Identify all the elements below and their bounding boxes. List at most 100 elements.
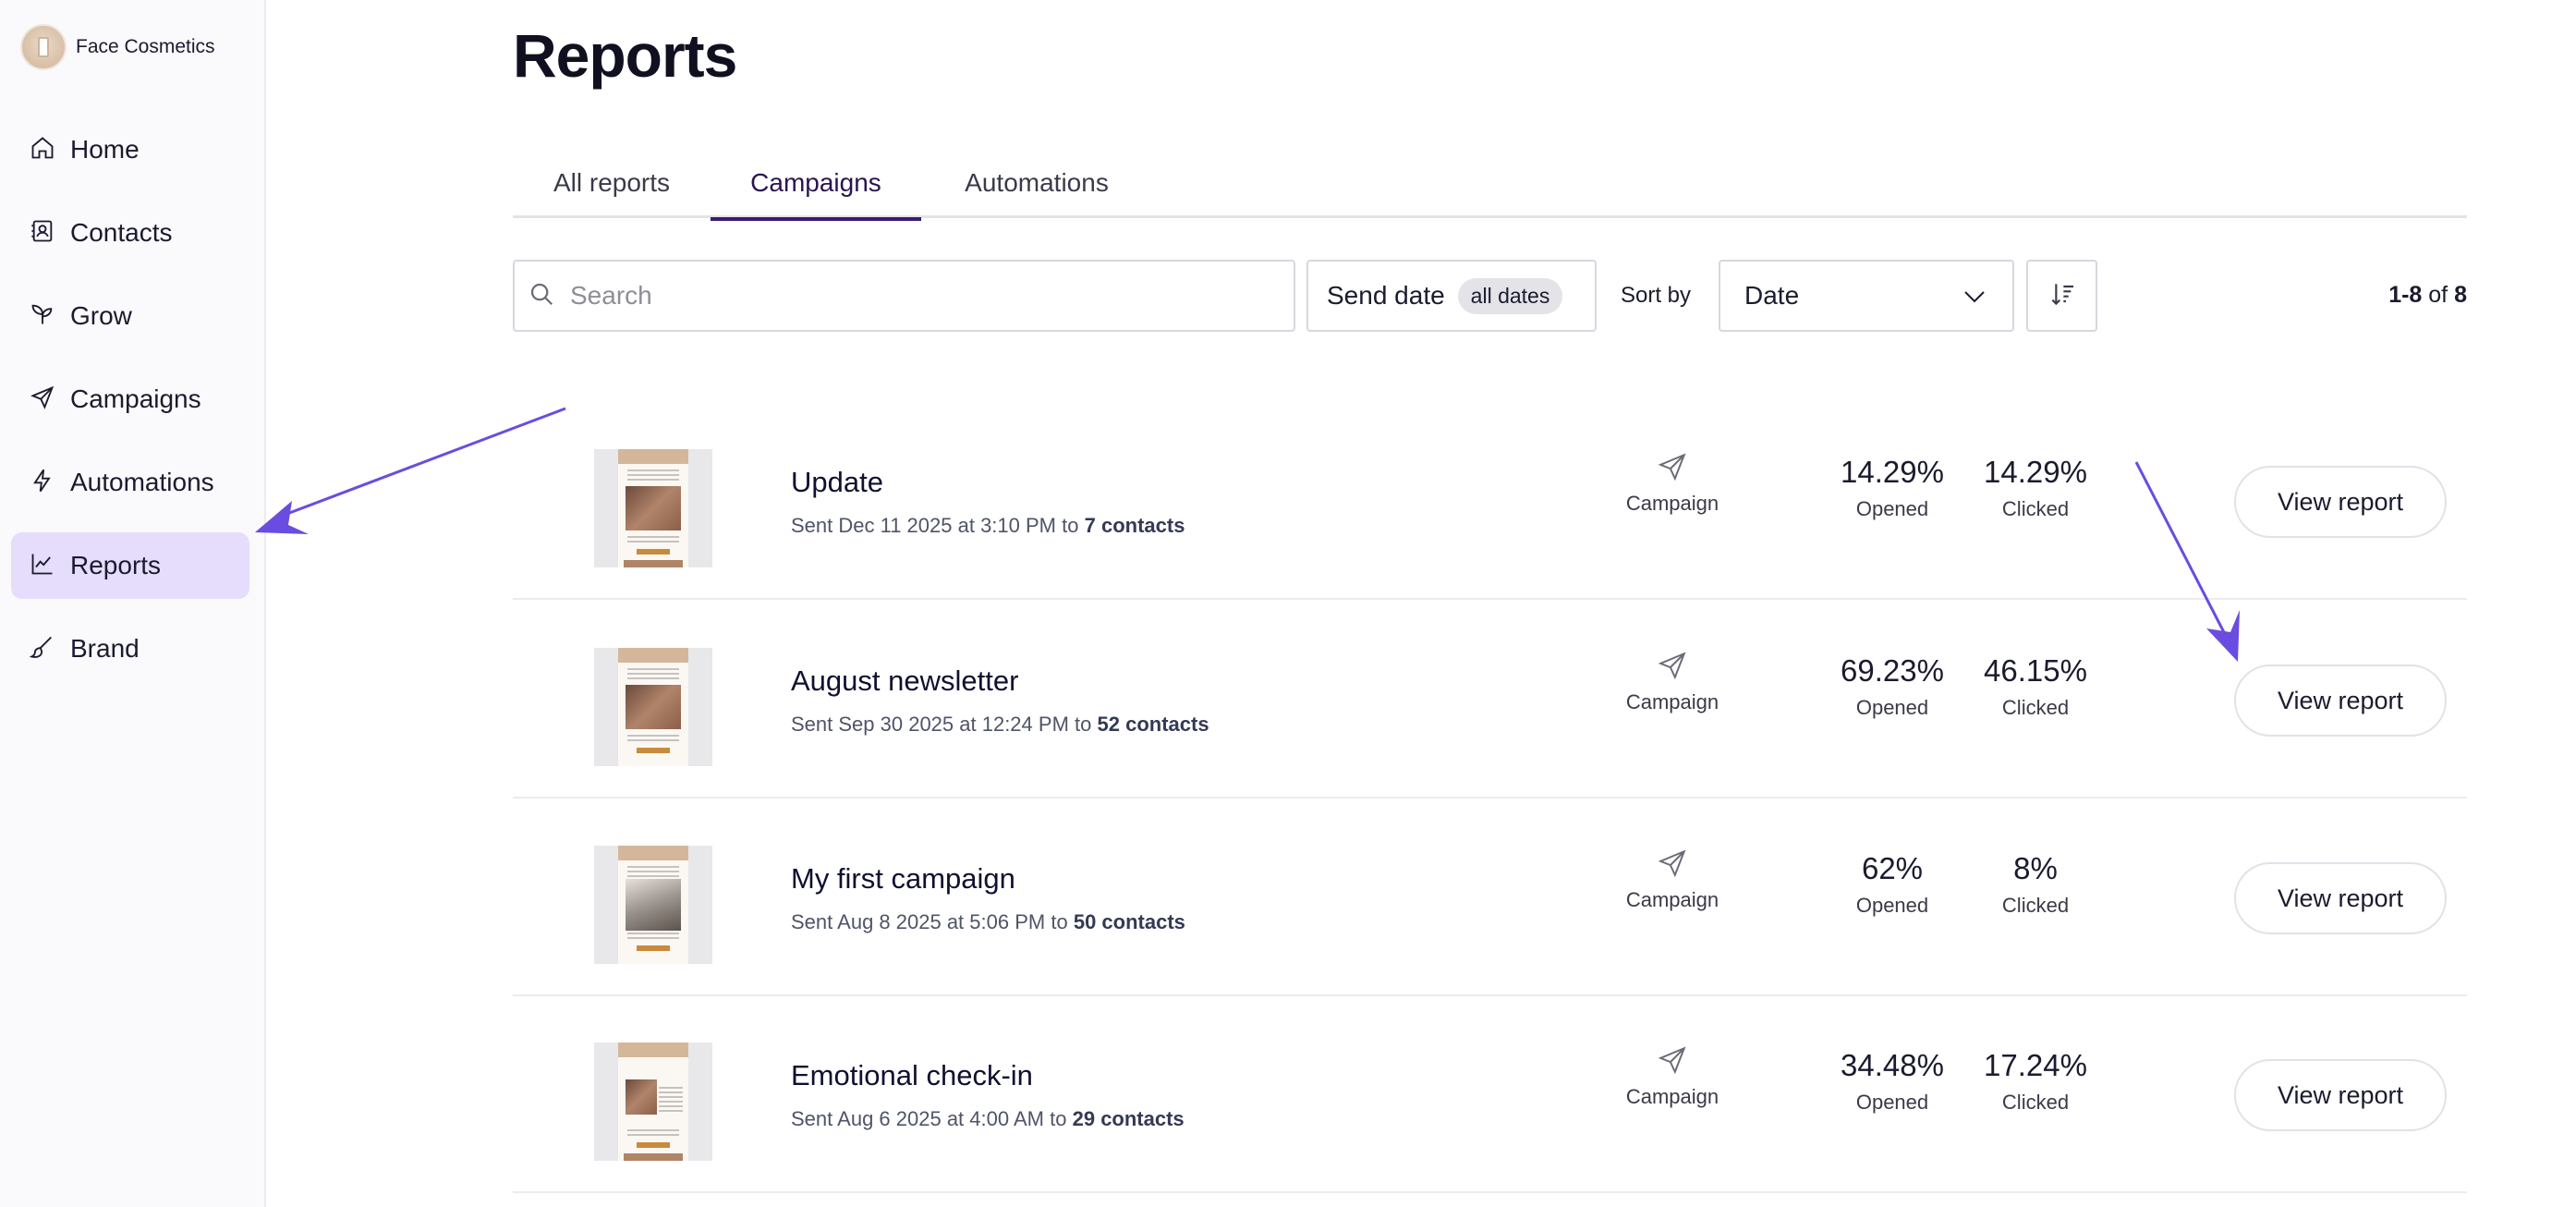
sort-select-value: Date [1744,281,1800,310]
opened-label: Opened [1855,1091,1929,1114]
sidebar-nav: Home Contacts Grow Campaigns Automations… [11,116,249,699]
tab-campaigns[interactable]: Campaigns [711,157,921,221]
pagination-of: of [2428,282,2448,308]
sidebar-item-automations[interactable]: Automations [11,449,249,516]
sent-date: Sent Aug 8 2025 at 5:06 PM [791,910,1046,933]
opened-rate: 34.48% [1841,1048,1944,1082]
send-date-value-badge: all dates [1457,277,1563,314]
app-root: Face Cosmetics Home Contacts Grow Campai… [0,0,2576,1207]
brand-switcher[interactable]: Face Cosmetics [20,24,215,70]
view-report-button[interactable]: View report [2234,862,2447,934]
lightning-icon [30,468,55,498]
report-type: Campaign [1598,1044,1746,1109]
sidebar-item-label: Automations [70,468,214,496]
opened-stat: 62% Opened [1828,851,1957,918]
sent-contacts: 7 contacts [1084,514,1185,537]
opened-stat: 34.48% Opened [1828,1048,1957,1115]
report-tabs: All reports Campaigns Automations [513,157,2467,221]
sidebar-item-label: Reports [70,551,162,579]
sent-to-word: to [1051,910,1068,933]
email-thumbnail[interactable] [594,449,712,567]
send-icon [1598,451,1746,482]
email-thumbnail[interactable] [594,846,712,964]
sprout-icon [30,301,55,332]
brand-name: Face Cosmetics [76,36,215,57]
email-thumbnail[interactable] [594,1042,712,1161]
send-date-filter[interactable]: Send date all dates [1306,260,1597,332]
search-input[interactable] [570,281,1272,311]
clicked-label: Clicked [2001,696,2070,719]
brand-logo [20,24,67,70]
opened-label: Opened [1855,696,1929,719]
report-type: Campaign [1598,847,1746,912]
sidebar-item-home[interactable]: Home [11,116,249,183]
sidebar-item-grow[interactable]: Grow [11,283,249,349]
sidebar-item-contacts[interactable]: Contacts [11,200,249,266]
sidebar-item-label: Home [70,135,140,164]
sent-to-word: to [1075,713,1092,736]
report-title[interactable]: Update [791,466,883,499]
tab-label: Automations [965,168,1109,197]
clicked-label: Clicked [2001,894,2070,917]
send-icon [30,384,55,415]
tab-label: All reports [553,168,671,197]
page-title: Reports [513,21,737,90]
sort-select[interactable]: Date [1719,260,2014,332]
report-sent-info: Sent Sep 30 2025 at 12:24 PM to 52 conta… [791,713,1209,737]
pagination-count: 1-8 of 8 [2365,282,2467,309]
sent-contacts: 29 contacts [1072,1107,1185,1130]
send-icon [1598,1044,1746,1076]
send-icon [1598,847,1746,879]
home-icon [30,135,55,165]
sidebar-item-brand[interactable]: Brand [11,616,249,682]
sidebar-item-label: Campaigns [70,384,201,413]
tab-label: Campaigns [750,168,881,197]
sent-contacts: 52 contacts [1097,713,1209,736]
clicked-rate: 17.24% [1984,1048,2087,1082]
sidebar-item-label: Contacts [70,218,173,247]
report-title[interactable]: My first campaign [791,862,1015,896]
send-icon [1598,650,1746,681]
sidebar: Face Cosmetics Home Contacts Grow Campai… [0,0,266,1207]
sidebar-item-reports[interactable]: Reports [11,532,249,599]
report-title[interactable]: August newsletter [791,664,1018,698]
pagination-total: 8 [2454,282,2467,308]
clicked-rate: 8% [2013,851,2058,885]
clicked-stat: 17.24% Clicked [1971,1048,2100,1115]
chart-line-icon [30,551,55,581]
opened-label: Opened [1855,497,1929,520]
sort-descending-icon [2047,279,2077,313]
sent-date: Sent Aug 6 2025 at 4:00 AM [791,1107,1044,1130]
sent-to-word: to [1062,514,1079,537]
sent-to-word: to [1050,1107,1067,1130]
sort-by-label: Sort by [1621,283,1692,308]
report-type: Campaign [1598,650,1746,714]
sent-contacts: 50 contacts [1073,910,1185,933]
report-row: August newsletter Sent Sep 30 2025 at 12… [513,602,2467,799]
report-row: Emotional check-in Sent Aug 6 2025 at 4:… [513,996,2467,1193]
opened-stat: 69.23% Opened [1828,653,1957,720]
pagination-range: 1-8 [2388,282,2423,308]
clicked-stat: 8% Clicked [1971,851,2100,918]
view-report-button[interactable]: View report [2234,466,2447,538]
opened-label: Opened [1855,894,1929,917]
report-type-label: Campaign [1625,492,1719,515]
clicked-stat: 14.29% Clicked [1971,455,2100,521]
view-report-button[interactable]: View report [2234,1059,2447,1131]
sidebar-item-label: Brand [70,634,140,663]
clicked-stat: 46.15% Clicked [1971,653,2100,720]
view-report-button[interactable]: View report [2234,664,2447,737]
clicked-label: Clicked [2001,497,2070,520]
opened-rate: 62% [1861,851,1924,885]
report-sent-info: Sent Aug 8 2025 at 5:06 PM to 50 contact… [791,910,1185,934]
opened-rate: 69.23% [1841,653,1944,688]
sort-direction-button[interactable] [2026,260,2097,332]
report-title[interactable]: Emotional check-in [791,1059,1033,1092]
report-type-label: Campaign [1625,888,1719,911]
tab-all-reports[interactable]: All reports [513,157,711,218]
sidebar-item-campaigns[interactable]: Campaigns [11,366,249,433]
sent-date: Sent Sep 30 2025 at 12:24 PM [791,713,1069,736]
tab-automations[interactable]: Automations [921,157,1152,218]
email-thumbnail[interactable] [594,648,712,766]
report-type-label: Campaign [1625,1085,1719,1108]
